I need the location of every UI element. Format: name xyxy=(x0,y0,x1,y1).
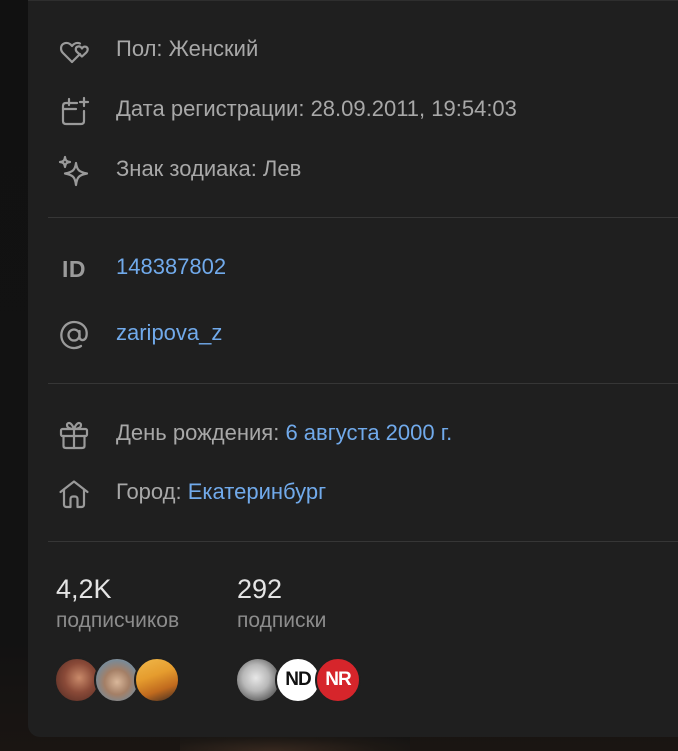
at-sign-icon xyxy=(56,317,92,353)
zodiac-row: Знак зодиака: Лев xyxy=(28,149,668,189)
sparkles-icon xyxy=(56,153,92,189)
followers-stat[interactable]: 4,2K подписчиков xyxy=(56,567,179,633)
followers-count: 4,2K xyxy=(56,574,112,604)
profile-details-panel: Пол: Женский Дата регистрации: 28.09.201… xyxy=(28,0,678,737)
birthday-label: День рождения: xyxy=(116,420,286,445)
followers-label: подписчиков xyxy=(56,609,180,632)
username-link[interactable]: zaripova_z xyxy=(116,313,222,353)
zodiac-text: Знак зодиака: Лев xyxy=(116,156,302,181)
following-stat[interactable]: 292 подписки xyxy=(237,567,326,633)
home-icon xyxy=(56,476,92,512)
birthday-text: День рождения: 6 августа 2000 г. xyxy=(116,413,452,453)
avatar: NR xyxy=(315,657,361,703)
heart-outline-icon xyxy=(56,33,92,69)
id-icon: ID xyxy=(56,251,92,287)
city-link[interactable]: Екатеринбург xyxy=(188,479,326,504)
id-label: ID xyxy=(62,255,86,282)
gender-row: Пол: Женский xyxy=(28,29,668,69)
section-divider xyxy=(48,217,678,218)
following-count: 292 xyxy=(237,574,283,604)
id-row: ID 148387802 xyxy=(28,247,668,287)
avatar xyxy=(134,657,180,703)
gender-text: Пол: Женский xyxy=(116,36,259,61)
gift-icon xyxy=(56,417,92,453)
birthday-row: День рождения: 6 августа 2000 г. xyxy=(28,413,668,453)
followers-avatars[interactable] xyxy=(54,657,180,703)
registration-row: Дата регистрации: 28.09.2011, 19:54:03 xyxy=(28,89,668,129)
birthday-link[interactable]: 6 августа 2000 г. xyxy=(285,420,452,445)
city-label: Город: xyxy=(116,479,188,504)
following-avatars[interactable]: ND NR xyxy=(235,657,361,703)
section-divider xyxy=(48,541,678,542)
calendar-plus-icon xyxy=(56,93,92,129)
following-label: подписки xyxy=(237,609,327,632)
id-value-link[interactable]: 148387802 xyxy=(116,247,226,287)
registration-text: Дата регистрации: 28.09.2011, 19:54:03 xyxy=(116,96,517,121)
avatar-text: ND xyxy=(285,669,311,690)
background-image-fragment xyxy=(180,735,410,751)
avatar-text: NR xyxy=(325,669,351,690)
city-row: Город: Екатеринбург xyxy=(28,472,668,512)
city-text: Город: Екатеринбург xyxy=(116,472,326,512)
username-row: zaripova_z xyxy=(28,313,668,353)
section-divider xyxy=(48,383,678,384)
